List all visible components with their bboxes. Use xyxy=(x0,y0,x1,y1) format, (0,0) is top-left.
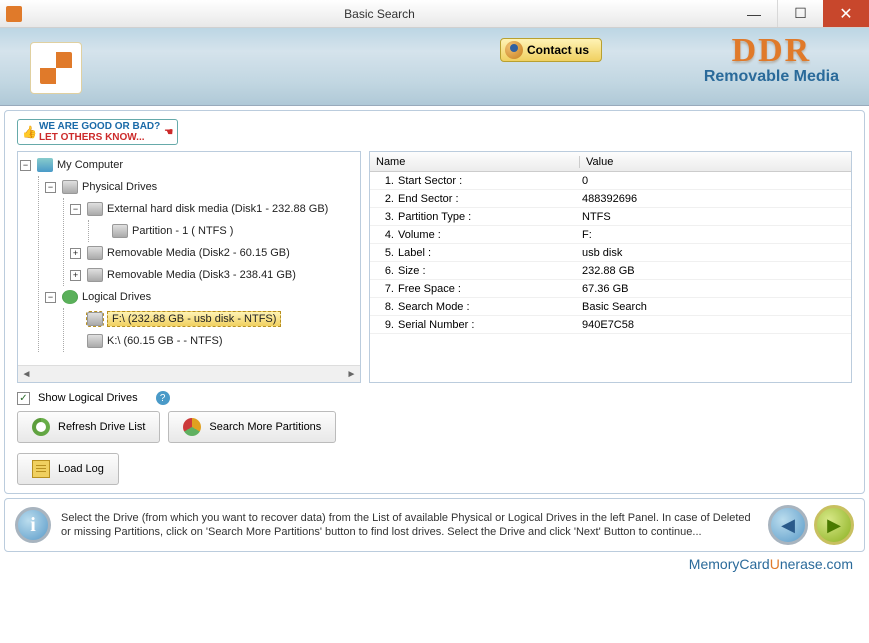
brand-logo-box xyxy=(30,42,82,94)
grid-row[interactable]: 8.Search Mode :Basic Search xyxy=(370,298,851,316)
brand-sub: Removable Media xyxy=(704,68,839,86)
footer-text: Select the Drive (from which you want to… xyxy=(61,511,758,540)
info-icon: i xyxy=(15,507,51,543)
grid-row[interactable]: 5.Label :usb disk xyxy=(370,244,851,262)
scroll-right-icon[interactable]: ► xyxy=(343,366,360,383)
grid-row[interactable]: 6.Size :232.88 GB xyxy=(370,262,851,280)
tree-disk2[interactable]: + Removable Media (Disk2 - 60.15 GB) xyxy=(70,242,358,264)
feedback-line2: LET OTHERS KNOW... xyxy=(39,132,160,143)
help-icon[interactable]: ? xyxy=(156,391,170,405)
close-button[interactable]: ✕ xyxy=(823,0,869,27)
grid-row[interactable]: 7.Free Space :67.36 GB xyxy=(370,280,851,298)
tree-root-my-computer[interactable]: − My Computer xyxy=(20,154,358,176)
drive-icon xyxy=(87,246,103,260)
tree-disk1-partition1[interactable]: Partition - 1 ( NTFS ) xyxy=(95,220,358,242)
drive-icon xyxy=(87,334,103,348)
document-icon xyxy=(32,460,50,478)
grid-row[interactable]: 4.Volume :F: xyxy=(370,226,851,244)
grid-header: Name Value xyxy=(370,152,851,172)
tree-physical-drives[interactable]: − Physical Drives xyxy=(45,176,358,198)
person-icon xyxy=(505,41,523,59)
app-icon xyxy=(6,6,22,22)
feedback-badge[interactable]: 👍 WE ARE GOOD OR BAD? LET OTHERS KNOW...… xyxy=(17,119,178,145)
refresh-drive-list-button[interactable]: Refresh Drive List xyxy=(17,411,160,443)
globe-icon xyxy=(62,290,78,304)
next-button[interactable]: ▶ xyxy=(814,505,854,545)
show-logical-drives-checkbox[interactable]: ✓ xyxy=(17,392,30,405)
scroll-left-icon[interactable]: ◄ xyxy=(18,366,35,383)
properties-grid: Name Value 1.Start Sector :02.End Sector… xyxy=(369,151,852,383)
tree-logical-k[interactable]: K:\ (60.15 GB - - NTFS) xyxy=(70,330,358,352)
window-title: Basic Search xyxy=(28,7,731,21)
feedback-line1: WE ARE GOOD OR BAD? xyxy=(39,121,160,132)
tree-logical-f[interactable]: F:\ (232.88 GB - usb disk - NTFS) xyxy=(70,308,358,330)
show-logical-drives-label: Show Logical Drives xyxy=(38,392,138,404)
tree-logical-drives[interactable]: − Logical Drives xyxy=(45,286,358,308)
banner: Contact us DDR Removable Media xyxy=(0,28,869,106)
collapse-icon[interactable]: − xyxy=(70,204,81,215)
grid-row[interactable]: 2.End Sector :488392696 xyxy=(370,190,851,208)
brand-block: DDR Removable Media xyxy=(704,34,839,86)
drive-icon xyxy=(62,180,78,194)
footer-panel: i Select the Drive (from which you want … xyxy=(4,498,865,552)
maximize-button[interactable]: ☐ xyxy=(777,0,823,27)
brand-ddr: DDR xyxy=(704,34,839,68)
computer-icon xyxy=(37,158,53,172)
col-header-value[interactable]: Value xyxy=(580,156,613,168)
drive-icon xyxy=(87,202,103,216)
collapse-icon[interactable]: − xyxy=(45,182,56,193)
collapse-icon[interactable]: − xyxy=(45,292,56,303)
contact-us-label: Contact us xyxy=(527,43,589,57)
site-link[interactable]: MemoryCardUnerase.com xyxy=(0,554,869,574)
refresh-icon xyxy=(32,418,50,436)
drive-tree-panel: − My Computer − Physical Drives − E xyxy=(17,151,361,383)
grid-row[interactable]: 1.Start Sector :0 xyxy=(370,172,851,190)
minimize-button[interactable]: — xyxy=(731,0,777,27)
drive-icon xyxy=(87,268,103,282)
grid-row[interactable]: 3.Partition Type :NTFS xyxy=(370,208,851,226)
grid-row[interactable]: 9.Serial Number :940E7C58 xyxy=(370,316,851,334)
expand-icon[interactable]: + xyxy=(70,270,81,281)
drive-icon xyxy=(87,312,103,326)
pointer-icon: ☚ xyxy=(164,127,173,138)
thumb-up-icon: 👍 xyxy=(22,125,37,139)
search-more-partitions-button[interactable]: Search More Partitions xyxy=(168,411,336,443)
col-header-name[interactable]: Name xyxy=(370,156,580,168)
back-button[interactable]: ◀ xyxy=(768,505,808,545)
contact-us-button[interactable]: Contact us xyxy=(500,38,602,62)
load-log-button[interactable]: Load Log xyxy=(17,453,119,485)
horizontal-scrollbar[interactable]: ◄ ► xyxy=(18,365,360,382)
drive-icon xyxy=(112,224,128,238)
expand-icon[interactable]: + xyxy=(70,248,81,259)
main-panel: 👍 WE ARE GOOD OR BAD? LET OTHERS KNOW...… xyxy=(4,110,865,494)
tree-disk3[interactable]: + Removable Media (Disk3 - 238.41 GB) xyxy=(70,264,358,286)
collapse-icon[interactable]: − xyxy=(20,160,31,171)
tree-disk1[interactable]: − External hard disk media (Disk1 - 232.… xyxy=(70,198,358,220)
titlebar: Basic Search — ☐ ✕ xyxy=(0,0,869,28)
pie-chart-icon xyxy=(183,418,201,436)
